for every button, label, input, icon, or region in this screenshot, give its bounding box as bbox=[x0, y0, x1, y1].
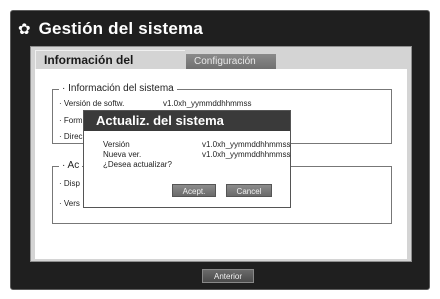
software-version-value: v1.0xh_yymmddhhmmss bbox=[163, 99, 252, 108]
software-version-label: · Versión de softw. bbox=[59, 99, 125, 108]
update-legend: · Ac bbox=[59, 160, 83, 172]
current-version-value: v1.0xh_yymmddhhmmss bbox=[202, 140, 291, 149]
update-question: ¿Desea actualizar? bbox=[103, 160, 172, 169]
system-info-legend: · Información del sistema bbox=[59, 83, 177, 95]
address-row: · Direc bbox=[59, 132, 83, 141]
version-row: · Vers bbox=[59, 199, 80, 208]
device-label: · Disp bbox=[59, 179, 80, 188]
tab-system-info[interactable]: Información del sistema bbox=[35, 50, 185, 86]
dialog-title: Actualiz. del sistema bbox=[84, 111, 290, 131]
new-version-row: Nueva ver. v1.0xh_yymmddhhmmss bbox=[103, 150, 290, 159]
current-version-row: Versión v1.0xh_yymmddhhmmss bbox=[103, 140, 290, 149]
version-label: · Vers bbox=[59, 199, 80, 208]
system-update-dialog: Actualiz. del sistema Versión v1.0xh_yym… bbox=[83, 110, 291, 208]
software-version-row: · Versión de softw. v1.0xh_yymmddhhmmss bbox=[59, 99, 251, 108]
gear-icon: ✿ bbox=[18, 20, 31, 38]
header: ✿ Gestión del sistema bbox=[18, 16, 203, 42]
cancel-button[interactable]: Cancel bbox=[226, 184, 272, 197]
tab-configuration[interactable]: Configuración bbox=[186, 54, 276, 70]
previous-button[interactable]: Anterior bbox=[202, 269, 254, 283]
dialog-body: Versión v1.0xh_yymmddhhmmss Nueva ver. v… bbox=[84, 131, 290, 209]
accept-button[interactable]: Acept. bbox=[172, 184, 216, 197]
format-row: · Form bbox=[59, 116, 83, 125]
device-row: · Disp bbox=[59, 179, 80, 188]
page-title: Gestión del sistema bbox=[38, 19, 203, 38]
current-version-label: Versión bbox=[103, 140, 130, 149]
new-version-value: v1.0xh_yymmddhhmmss bbox=[202, 150, 291, 159]
format-label: · Form bbox=[59, 116, 83, 125]
new-version-label: Nueva ver. bbox=[103, 150, 142, 159]
address-label: · Direc bbox=[59, 132, 83, 141]
